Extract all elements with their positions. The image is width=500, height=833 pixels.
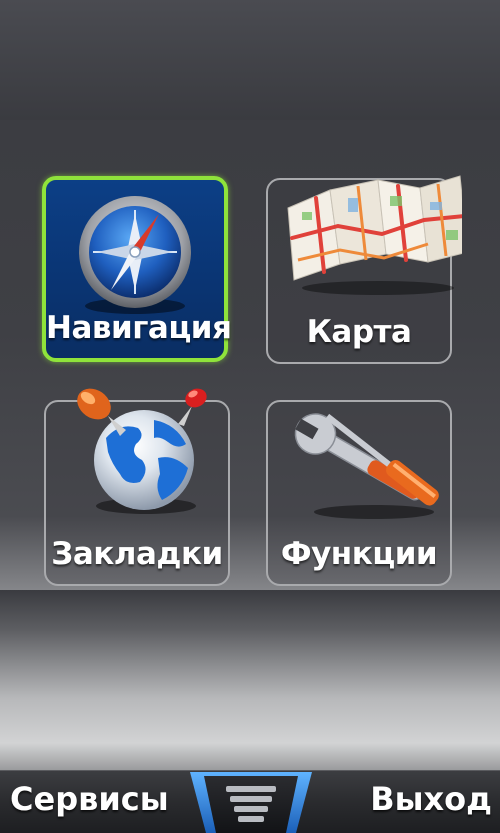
- tile-label: Карта: [306, 314, 412, 350]
- tile-label: Закладки: [51, 536, 223, 572]
- map-icon: [287, 175, 462, 295]
- softkey-services[interactable]: Сервисы: [10, 780, 169, 818]
- background-top: [0, 0, 500, 120]
- tile-map[interactable]: Карта: [266, 175, 462, 364]
- tile-label: Навигация: [46, 310, 232, 346]
- app-screen: Навигация Карта Закладки Функции Сервисы…: [0, 0, 500, 833]
- tile-label: Функции: [280, 536, 438, 572]
- tile-bookmarks[interactable]: Закладки: [44, 388, 230, 586]
- tile-navigation[interactable]: Навигация: [42, 176, 232, 362]
- softkey-exit[interactable]: Выход: [370, 780, 492, 818]
- tools-icon: [294, 413, 439, 519]
- globe-pins-icon: [77, 388, 207, 514]
- tile-functions[interactable]: Функции: [266, 400, 452, 586]
- compass-icon: [79, 196, 191, 314]
- background-floor: [0, 590, 500, 770]
- menu-handle-icon[interactable]: [190, 772, 312, 833]
